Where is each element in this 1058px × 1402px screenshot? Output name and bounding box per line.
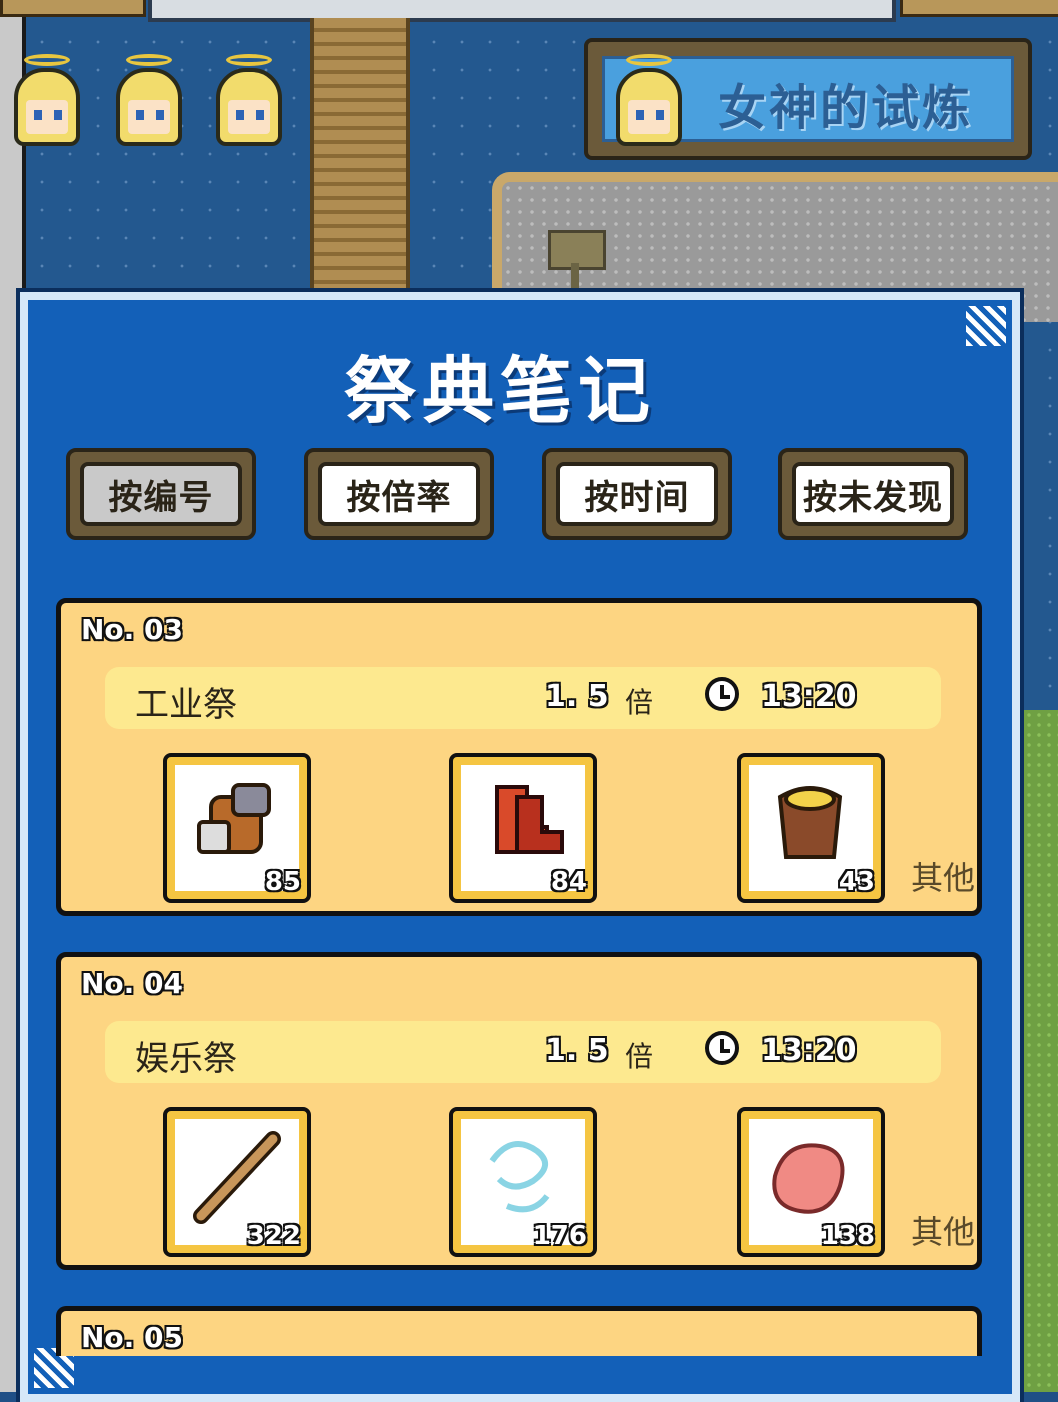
sort-button-label: 按时间: [556, 462, 718, 526]
panel-title: 祭典笔记: [343, 349, 656, 433]
festival-card: No. 03 工业祭 1. 5 倍 13:20 85 84 43 其他: [56, 598, 982, 916]
item-slot[interactable]: 85: [163, 753, 311, 903]
item-slot[interactable]: 176: [449, 1107, 597, 1257]
grass-patch: [1024, 710, 1058, 1392]
festival-number: No. 03: [81, 613, 184, 646]
other-items-link[interactable]: 其他: [911, 853, 975, 899]
top-hud-panel: [148, 0, 896, 22]
festival-rate: 1. 5: [545, 1033, 609, 1068]
glove-icon: [197, 783, 271, 854]
boots-icon: [495, 785, 564, 854]
wooden-bridge: [310, 18, 410, 298]
goddess-trial-label: 女神的试炼: [718, 80, 974, 136]
festival-info-bar: 工业祭 1. 5 倍 13:20: [105, 667, 941, 729]
festival-name: 工业祭: [135, 685, 237, 725]
festival-number: No. 04: [81, 967, 184, 1000]
signpost-icon: [548, 230, 606, 289]
armor-icon: [777, 786, 843, 859]
festival-time: 13:20: [761, 1033, 857, 1068]
festival-name: 娱乐祭: [135, 1039, 237, 1079]
sort-button-label: 按未发现: [792, 462, 954, 526]
item-count: 176: [532, 1221, 587, 1251]
pink-cloth-icon: [772, 1143, 845, 1214]
wind-swirl-icon: [489, 1140, 550, 1213]
festival-number: No. 05: [81, 1321, 184, 1354]
goddess-portrait-icon: [612, 54, 686, 150]
item-slot[interactable]: 43: [737, 753, 885, 903]
top-plank-right: [900, 0, 1058, 17]
goddess-trial-button[interactable]: 女神的试炼: [584, 38, 1032, 160]
sort-button-label: 按倍率: [318, 462, 480, 526]
sort-button-label: 按编号: [80, 462, 242, 526]
item-count: 322: [246, 1221, 301, 1251]
sort-by-rate-button[interactable]: 按倍率: [304, 448, 494, 540]
other-items-link[interactable]: 其他: [911, 1207, 975, 1253]
goddess-life-icon: [112, 54, 186, 150]
festival-card: No. 05: [56, 1306, 982, 1356]
sort-by-undiscovered-button[interactable]: 按未发现: [778, 448, 968, 540]
festival-time: 13:20: [761, 679, 857, 714]
item-count: 84: [550, 867, 587, 897]
item-slot[interactable]: 138: [737, 1107, 885, 1257]
item-count: 85: [264, 867, 301, 897]
item-slot[interactable]: 84: [449, 753, 597, 903]
item-count: 138: [820, 1221, 875, 1251]
clock-icon: [705, 1031, 739, 1065]
festival-rate-unit: 倍: [625, 686, 654, 719]
festival-info-bar: 娱乐祭 1. 5 倍 13:20: [105, 1021, 941, 1083]
festival-rate-unit: 倍: [625, 1040, 654, 1073]
sort-by-number-button[interactable]: 按编号: [66, 448, 256, 540]
wooden-stick-icon: [193, 1131, 281, 1224]
top-plank-left: [0, 0, 146, 17]
festival-card: No. 04 娱乐祭 1. 5 倍 13:20 322 176 138 其他: [56, 952, 982, 1270]
item-count: 43: [838, 867, 875, 897]
item-slot[interactable]: 322: [163, 1107, 311, 1257]
sort-by-time-button[interactable]: 按时间: [542, 448, 732, 540]
goddess-life-icon: [10, 54, 84, 150]
goddess-life-icon: [212, 54, 286, 150]
festival-rate: 1. 5: [545, 679, 609, 714]
clock-icon: [705, 677, 739, 711]
